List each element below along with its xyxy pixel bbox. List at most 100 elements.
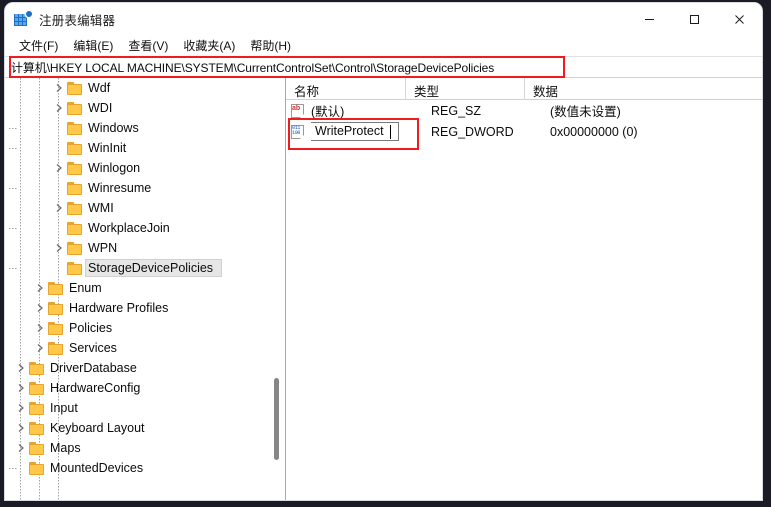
tree-item-wdi[interactable]: WDI <box>5 98 285 118</box>
menu-edit[interactable]: 编辑(E) <box>67 36 119 56</box>
tree-item-label: WMI <box>88 201 114 215</box>
tree-leaf-connector <box>9 218 67 238</box>
folder-icon <box>29 361 45 375</box>
folder-icon <box>67 261 83 275</box>
column-header-name[interactable]: 名称 <box>286 78 406 100</box>
string-value-icon: ab <box>290 103 306 118</box>
chevron-right-icon[interactable] <box>51 238 67 258</box>
menu-help[interactable]: 帮助(H) <box>244 36 297 56</box>
registry-key-tree[interactable]: Wdf WDI Windows WinInit Winlogon Winresume WMI… <box>5 78 285 500</box>
tree-item-label: Enum <box>69 281 102 295</box>
tree-item-label: MountedDevices <box>50 461 144 475</box>
minimize-button[interactable] <box>627 3 672 35</box>
address-path-text: 计算机\HKEY LOCAL MACHINE\SYSTEM\CurrentCon… <box>11 60 495 75</box>
tree-item-label: StorageDevicePolicies <box>84 259 223 277</box>
chevron-right-icon[interactable] <box>13 378 29 398</box>
chevron-right-icon[interactable] <box>51 198 67 218</box>
tree-item-label: WDI <box>88 101 113 115</box>
value-row[interactable]: ab (默认) REG_SZ (数值未设置) <box>286 100 762 121</box>
window-controls <box>627 3 762 35</box>
chevron-right-icon[interactable] <box>13 358 29 378</box>
tree-item-enum[interactable]: Enum <box>5 278 285 298</box>
maximize-button[interactable] <box>672 3 717 35</box>
title-bar: 注册表编辑器 <box>5 3 762 35</box>
tree-item-wininit[interactable]: WinInit <box>5 138 285 158</box>
chevron-right-icon[interactable] <box>13 418 29 438</box>
tree-leaf-connector <box>9 178 67 198</box>
menu-file[interactable]: 文件(F) <box>13 36 64 56</box>
tree-leaf-connector <box>9 258 67 278</box>
window-title: 注册表编辑器 <box>39 13 116 28</box>
tree-item-label: Winresume <box>88 181 152 195</box>
tree-item-wpn[interactable]: WPN <box>5 238 285 258</box>
tree-item-hardware-profiles[interactable]: Hardware Profiles <box>5 298 285 318</box>
registry-values-list[interactable]: ab (默认) REG_SZ (数值未设置) 011 100 WriteProtect REG… <box>286 100 762 142</box>
folder-icon <box>67 221 83 235</box>
tree-item-label: WPN <box>88 241 118 255</box>
column-header-type[interactable]: 类型 <box>406 78 525 100</box>
tree-leaf-connector <box>9 458 29 478</box>
tree-item-hardwareconfig[interactable]: HardwareConfig <box>5 378 285 398</box>
folder-icon <box>29 441 45 455</box>
tree-item-winresume[interactable]: Winresume <box>5 178 285 198</box>
registry-key-tree-pane: Wdf WDI Windows WinInit Winlogon Winresume WMI… <box>5 78 286 500</box>
chevron-right-icon[interactable] <box>32 298 48 318</box>
tree-item-label: Policies <box>69 321 113 335</box>
value-row[interactable]: 011 100 WriteProtect REG_DWORD 0x00000000 (0… <box>286 121 762 142</box>
folder-icon <box>67 201 83 215</box>
tree-item-label: WinInit <box>88 141 127 155</box>
address-bar-container: 计算机\HKEY LOCAL MACHINE\SYSTEM\CurrentCon… <box>5 56 762 78</box>
chevron-right-icon[interactable] <box>51 98 67 118</box>
tree-item-wdf[interactable]: Wdf <box>5 78 285 98</box>
chevron-right-icon[interactable] <box>32 318 48 338</box>
tree-item-label: Maps <box>50 441 81 455</box>
tree-item-mounteddevices[interactable]: MountedDevices <box>5 458 285 478</box>
tree-item-label: Input <box>50 401 78 415</box>
column-header-data[interactable]: 数据 <box>525 78 762 100</box>
tree-leaf-connector <box>9 118 67 138</box>
tree-item-input[interactable]: Input <box>5 398 285 418</box>
tree-item-winlogon[interactable]: Winlogon <box>5 158 285 178</box>
address-bar[interactable]: 计算机\HKEY LOCAL MACHINE\SYSTEM\CurrentCon… <box>5 56 762 78</box>
menu-bar: 文件(F) 编辑(E) 查看(V) 收藏夹(A) 帮助(H) <box>5 35 762 56</box>
tree-item-policies[interactable]: Policies <box>5 318 285 338</box>
tree-item-maps[interactable]: Maps <box>5 438 285 458</box>
folder-icon <box>67 181 83 195</box>
folder-icon <box>29 461 45 475</box>
tree-item-label: Hardware Profiles <box>69 301 169 315</box>
value-data: (数值未设置) <box>550 105 621 119</box>
close-button[interactable] <box>717 3 762 35</box>
dword-value-icon: 011 100 <box>290 124 306 139</box>
tree-item-storagedevicepolicies[interactable]: StorageDevicePolicies <box>5 258 285 278</box>
tree-item-label: Wdf <box>88 81 111 95</box>
tree-item-label: Services <box>69 341 117 355</box>
tree-item-windows[interactable]: Windows <box>5 118 285 138</box>
tree-item-label: WorkplaceJoin <box>88 221 170 235</box>
tree-vertical-scrollbar[interactable] <box>272 78 281 500</box>
chevron-right-icon[interactable] <box>51 78 67 98</box>
value-name-edit-input[interactable]: WriteProtect <box>311 122 431 141</box>
folder-icon <box>67 81 83 95</box>
folder-icon <box>48 301 64 315</box>
tree-item-services[interactable]: Services <box>5 338 285 358</box>
tree-item-driverdatabase[interactable]: DriverDatabase <box>5 358 285 378</box>
tree-item-label: Winlogon <box>88 161 141 175</box>
tree-item-wmi[interactable]: WMI <box>5 198 285 218</box>
menu-favorites[interactable]: 收藏夹(A) <box>177 36 241 56</box>
chevron-right-icon[interactable] <box>32 278 48 298</box>
registry-values-pane: 名称 类型 数据 ab (默认) REG_SZ (数值未设置) 011 100 WriteP… <box>286 78 762 500</box>
tree-item-label: DriverDatabase <box>50 361 137 375</box>
folder-icon <box>67 101 83 115</box>
chevron-right-icon[interactable] <box>13 438 29 458</box>
menu-view[interactable]: 查看(V) <box>122 36 174 56</box>
value-data: 0x00000000 (0) <box>550 124 638 139</box>
value-type: REG_DWORD <box>431 124 514 139</box>
chevron-right-icon[interactable] <box>13 398 29 418</box>
values-column-header: 名称 类型 数据 <box>286 78 762 100</box>
value-name-edit-text: WriteProtect <box>315 124 384 138</box>
tree-item-workplacejoin[interactable]: WorkplaceJoin <box>5 218 285 238</box>
chevron-right-icon[interactable] <box>32 338 48 358</box>
chevron-right-icon[interactable] <box>51 158 67 178</box>
tree-item-keyboard-layout[interactable]: Keyboard Layout <box>5 418 285 438</box>
folder-icon <box>67 241 83 255</box>
